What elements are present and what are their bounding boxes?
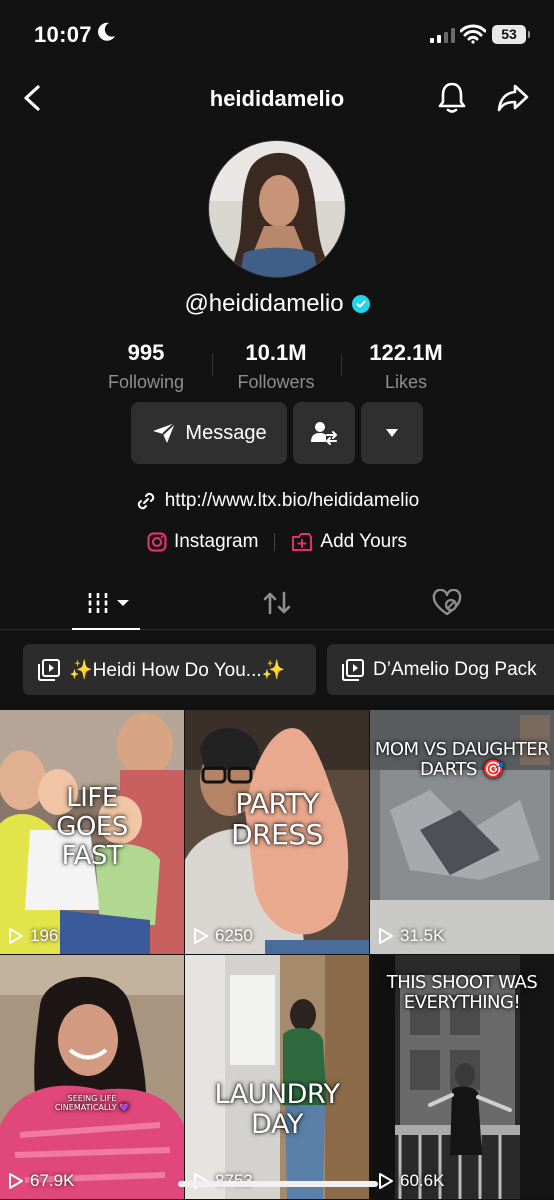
- repost-icon: [263, 591, 291, 615]
- profile-avatar[interactable]: [208, 140, 346, 278]
- play-icon: [9, 928, 23, 944]
- tab-reposts[interactable]: [207, 578, 347, 628]
- bell-icon[interactable]: [436, 80, 468, 116]
- playlist-label: D’Amelio Dog Pack: [373, 658, 537, 680]
- instagram-label: Instagram: [173, 531, 259, 552]
- stat-followers[interactable]: 10.1M Followers: [216, 340, 336, 393]
- send-icon: [153, 422, 177, 443]
- view-count-text: 67.9K: [30, 1171, 75, 1190]
- top-nav: heididamelio: [0, 72, 554, 124]
- view-count: 6250: [193, 926, 253, 946]
- followers-count: 10.1M: [245, 340, 307, 365]
- followers-label: Followers: [237, 372, 315, 392]
- video-caption: SEEING LIFE CINEMATICALLY 💜: [54, 1094, 130, 1112]
- message-button[interactable]: Message: [131, 402, 287, 464]
- view-count-text: 60.6K: [400, 1171, 445, 1190]
- stat-following[interactable]: 995 Following: [86, 340, 206, 393]
- hidden-likes-icon: [432, 589, 462, 616]
- playlist-icon: [342, 658, 364, 681]
- video-caption: LAUNDRY DAY: [214, 1079, 340, 1141]
- stats-divider: [341, 354, 342, 376]
- video-thumbnail-image: [0, 955, 184, 1199]
- stat-likes[interactable]: 122.1M Likes: [346, 340, 466, 393]
- play-icon: [9, 1173, 23, 1189]
- page-title: heididamelio: [209, 86, 345, 111]
- view-count-text: 31.5K: [400, 926, 445, 945]
- playlist-icon: [38, 658, 60, 681]
- following-count: 995: [127, 340, 165, 365]
- playlist-label: ✨Heidi How Do You...✨: [69, 659, 286, 681]
- play-icon: [194, 928, 208, 944]
- link-icon: [137, 492, 154, 510]
- more-options-button[interactable]: [361, 402, 423, 464]
- video-thumbnail[interactable]: SEEING LIFE CINEMATICALLY 💜 67.9K: [0, 955, 184, 1199]
- handle-text: @heididamelio: [184, 290, 344, 317]
- likes-label: Likes: [384, 372, 428, 392]
- view-count: 67.9K: [8, 1171, 74, 1191]
- instagram-link[interactable]: Instagram: [147, 531, 258, 553]
- video-caption: PARTY DRESS: [231, 787, 323, 852]
- following-label: Following: [107, 372, 185, 392]
- video-thumbnail-image: [185, 955, 369, 1199]
- following-toggle-button[interactable]: [293, 402, 355, 464]
- social-divider: [274, 533, 276, 551]
- bio-link[interactable]: http://www.ltx.bio/heididamelio: [0, 490, 554, 512]
- view-count: 196: [8, 926, 58, 946]
- video-caption: MOM VS DAUGHTER DARTS 🎯: [374, 739, 550, 781]
- video-thumbnail[interactable]: LIFE GOES FAST 196: [0, 710, 184, 954]
- caret-down-icon: [386, 429, 398, 437]
- playlist-chip[interactable]: ✨Heidi How Do You...✨: [23, 644, 316, 695]
- status-time: 10:07: [34, 22, 92, 47]
- profile-tabs: [0, 578, 554, 630]
- video-caption: LIFE GOES FAST: [56, 783, 128, 872]
- message-label: Message: [185, 421, 267, 444]
- verified-badge-icon: [351, 295, 370, 313]
- view-count-text: 6250: [215, 926, 253, 945]
- video-thumbnail[interactable]: PARTY DRESS 6250: [185, 710, 369, 954]
- view-count: 31.5K: [378, 926, 444, 946]
- video-thumbnail[interactable]: THIS SHOOT WAS EVERYTHING! 60.6K: [370, 955, 554, 1199]
- play-icon: [379, 928, 393, 944]
- tab-liked[interactable]: [377, 578, 517, 628]
- stats-divider: [212, 354, 213, 376]
- play-icon: [379, 1173, 393, 1189]
- video-thumbnail[interactable]: LAUNDRYDAY 8753: [185, 955, 369, 1199]
- battery-indicator: 53: [492, 25, 530, 44]
- avatar-photo: [209, 141, 345, 277]
- moon-icon: [98, 22, 115, 41]
- status-bar: 10:07 53: [0, 0, 554, 70]
- grid-videos-icon: [88, 593, 129, 613]
- social-links: Instagram Add Yours: [0, 531, 554, 553]
- view-count-text: 196: [30, 926, 59, 945]
- playlist-row: ✨Heidi How Do You...✨ D’Amelio Dog Pack: [0, 644, 554, 696]
- likes-count: 122.1M: [369, 340, 443, 365]
- video-thumbnail[interactable]: MOM VS DAUGHTER DARTS 🎯 31.5K: [370, 710, 554, 954]
- profile-handle: @heididamelio: [0, 290, 554, 318]
- video-grid: LIFE GOES FAST 196 PARTY DRESS 6250 MOM …: [0, 710, 554, 1200]
- view-count: 60.6K: [378, 1171, 444, 1191]
- cellular-signal-icon: [430, 27, 455, 43]
- add-yours-icon: [292, 533, 313, 551]
- video-caption: THIS SHOOT WAS EVERYTHING!: [386, 972, 538, 1014]
- share-icon[interactable]: [496, 82, 530, 114]
- add-yours-link[interactable]: Add Yours: [291, 531, 407, 553]
- user-switch-icon: [311, 422, 338, 445]
- home-indicator[interactable]: [178, 1181, 378, 1187]
- tab-videos[interactable]: [40, 578, 180, 630]
- add-yours-label: Add Yours: [320, 531, 408, 552]
- bio-link-text: http://www.ltx.bio/heididamelio: [164, 490, 420, 511]
- profile-stats: 995 Following 10.1M Followers 122.1M Lik…: [0, 340, 554, 400]
- instagram-icon: [147, 532, 167, 552]
- playlist-chip[interactable]: D’Amelio Dog Pack: [327, 644, 554, 695]
- wifi-icon: [460, 24, 486, 44]
